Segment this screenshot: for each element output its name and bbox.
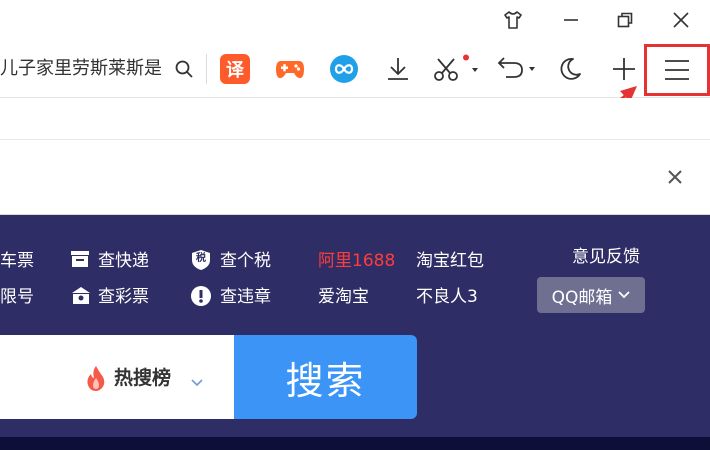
undo-close-tab-button[interactable] [490,49,542,89]
tshirt-icon [504,11,522,29]
bottom-strip [0,437,710,450]
minimize-button[interactable] [546,0,596,40]
search-button[interactable] [164,49,204,89]
infinity-icon [330,55,358,83]
hot-search-label[interactable]: 热搜榜 [114,365,171,391]
plus-icon [613,58,635,80]
restore-button[interactable] [600,0,650,40]
translate-icon: 译 [220,54,250,84]
hamburger-menu-icon [665,60,689,80]
browser-window: 儿子家里劳斯莱斯是 译 车票 限号 查快递 查彩票 税 查个税 查违章 阿里16… [0,0,710,450]
chevron-down-icon [618,291,631,299]
link-check-lottery[interactable]: 查彩票 [98,285,149,309]
link-taobao-red-packet[interactable]: 淘宝红包 [416,249,484,273]
link-check-tax[interactable]: 查个税 [220,249,271,273]
search-input[interactable]: 热搜榜 [0,335,236,419]
chevron-down-icon[interactable] [190,373,204,387]
download-icon [388,58,408,80]
link-alibaba-1688[interactable]: 阿里1688 [318,249,395,273]
feedback-link[interactable]: 意见反馈 [572,245,640,269]
lottery-icon [70,285,92,305]
search-button[interactable]: 搜索 [234,335,417,419]
close-button[interactable] [656,0,706,40]
flame-icon [86,365,106,391]
screenshot-button[interactable] [428,49,482,89]
blank-bar [0,98,710,140]
notification-close-button[interactable] [660,162,690,192]
scissors-icon [434,54,478,81]
close-icon [673,12,689,28]
tax-icon: 税 [190,249,212,271]
undo-icon [497,57,535,78]
search-icon [175,60,193,78]
notification-bar [0,140,710,215]
minimize-icon [564,19,578,21]
homepage-area: 车票 限号 查快递 查彩票 税 查个税 查违章 阿里1688 爱淘宝 淘宝红包 … [0,215,710,450]
link-check-violation[interactable]: 查违章 [220,285,271,309]
qq-mail-label: QQ邮箱 [551,287,613,308]
new-tab-button[interactable] [604,49,644,89]
translate-button[interactable]: 译 [215,49,255,89]
violation-icon [190,285,212,307]
toolbar-separator [206,54,207,84]
skin-button[interactable] [488,0,538,40]
translate-label: 译 [226,60,244,81]
download-button[interactable] [378,49,418,89]
link-train-ticket[interactable]: 车票 [0,249,34,273]
express-icon [70,249,90,269]
moon-icon [560,58,581,80]
link-bad-guys-3[interactable]: 不良人3 [416,285,478,309]
night-mode-button[interactable] [550,49,590,89]
link-traffic-restriction[interactable]: 限号 [0,285,34,309]
main-menu-button[interactable] [644,44,710,96]
qq-mail-button[interactable]: QQ邮箱 [537,277,645,313]
tax-icon-label: 税 [196,253,206,264]
game-button[interactable] [270,49,310,89]
infinity-app-button[interactable] [324,49,364,89]
close-icon [668,170,682,184]
gamepad-icon [276,61,304,79]
address-bar-text[interactable]: 儿子家里劳斯莱斯是 [0,57,168,81]
title-bar [0,0,710,40]
link-ai-taobao[interactable]: 爱淘宝 [318,285,369,309]
restore-icon [617,12,633,28]
link-check-express[interactable]: 查快递 [98,249,149,273]
